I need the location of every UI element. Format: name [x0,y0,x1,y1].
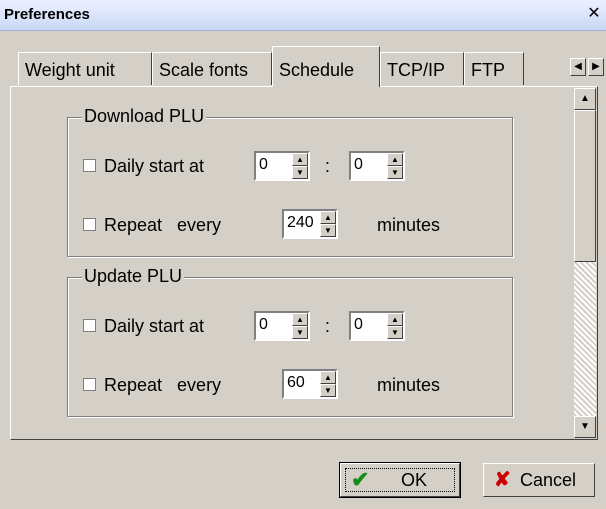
preferences-window: Preferences ✕ Weight unit Scale fonts Sc… [0,0,606,509]
tab-weight-unit[interactable]: Weight unit [18,52,152,85]
arrow-up-icon: ▲ [580,93,590,104]
tab-ftp-label: FTP [471,60,505,80]
update-minute-spin-buttons: ▲ ▼ [387,313,403,339]
close-icon[interactable]: ✕ [586,6,602,22]
tab-tcpip[interactable]: TCP/IP [380,52,464,85]
tab-scroll-right-button[interactable]: ▶ [588,58,604,76]
update-repeat-spinner[interactable]: 60 ▲ ▼ [282,369,338,399]
update-hour-value: 0 [259,316,268,333]
download-repeat-value: 240 [287,214,314,231]
download-repeat-spinner[interactable]: 240 ▲ ▼ [282,209,338,239]
update-daily-checkbox[interactable] [83,319,96,332]
scroll-thumb[interactable] [574,110,596,262]
spin-down-icon[interactable]: ▼ [292,326,308,339]
download-minute-spinner[interactable]: 0 ▲ ▼ [349,151,405,181]
download-minute-value: 0 [354,156,363,173]
scroll-up-button[interactable]: ▲ [574,88,596,110]
download-daily-checkbox[interactable] [83,159,96,172]
vertical-scrollbar[interactable]: ▲ ▼ [574,88,596,438]
update-plu-legend: Update PLU [82,266,185,287]
update-repeat-spin-buttons: ▲ ▼ [320,371,336,397]
update-repeat-label: Repeat every [104,375,222,395]
download-hour-spinner[interactable]: 0 ▲ ▼ [254,151,310,181]
update-hour-spin-buttons: ▲ ▼ [292,313,308,339]
spin-up-icon[interactable]: ▲ [387,313,403,326]
cancel-label: Cancel [520,470,577,490]
update-repeat-value: 60 [287,374,305,391]
spin-down-icon[interactable]: ▼ [387,166,403,179]
chevron-right-icon: ▶ [592,61,600,72]
download-plu-group: Download PLU Daily start at 0 ▲ ▼ : 0 ▲ … [67,106,513,257]
title-bar[interactable]: Preferences ✕ [0,0,606,31]
download-repeat-label: Repeat every [104,215,222,235]
update-daily-label: Daily start at [104,316,205,336]
download-daily-label: Daily start at [104,156,205,176]
spin-up-icon[interactable]: ▲ [320,211,336,224]
chevron-left-icon: ◀ [574,61,582,72]
tab-scale-fonts-label: Scale fonts [159,60,249,80]
spin-down-icon[interactable]: ▼ [320,224,336,237]
scroll-down-button[interactable]: ▼ [574,416,596,438]
update-plu-group: Update PLU Daily start at 0 ▲ ▼ : 0 ▲ ▼ … [67,266,513,417]
spin-up-icon[interactable]: ▲ [320,371,336,384]
spin-down-icon[interactable]: ▼ [292,166,308,179]
spin-up-icon[interactable]: ▲ [292,153,308,166]
update-minute-spinner[interactable]: 0 ▲ ▼ [349,311,405,341]
spin-up-icon[interactable]: ▲ [292,313,308,326]
update-repeat-checkbox[interactable] [83,378,96,391]
check-icon: ✔ [351,467,370,492]
arrow-down-icon: ▼ [580,421,590,432]
tab-schedule[interactable]: Schedule [272,46,380,87]
spin-down-icon[interactable]: ▼ [320,384,336,397]
download-time-colon: : [325,156,331,176]
tab-scale-fonts[interactable]: Scale fonts [152,52,272,85]
update-minute-value: 0 [354,316,363,333]
tab-weight-unit-label: Weight unit [25,60,115,80]
download-repeat-checkbox[interactable] [83,218,96,231]
tab-scroll-left-button[interactable]: ◀ [570,58,586,76]
download-hour-spin-buttons: ▲ ▼ [292,153,308,179]
ok-button[interactable]: ✔ OK [339,462,461,498]
ok-label: OK [401,470,428,490]
download-plu-legend: Download PLU [82,106,207,127]
update-hour-spinner[interactable]: 0 ▲ ▼ [254,311,310,341]
x-icon: ✘ [494,469,511,491]
download-hour-value: 0 [259,156,268,173]
download-minutes-label: minutes [377,215,441,235]
cancel-button[interactable]: ✘ Cancel [483,463,595,497]
download-minute-spin-buttons: ▲ ▼ [387,153,403,179]
update-time-colon: : [325,316,331,336]
spin-up-icon[interactable]: ▲ [387,153,403,166]
tab-ftp[interactable]: FTP [464,52,524,85]
spin-down-icon[interactable]: ▼ [387,326,403,339]
download-repeat-spin-buttons: ▲ ▼ [320,211,336,237]
update-minutes-label: minutes [377,375,441,395]
window-title: Preferences [4,6,90,23]
tab-tcpip-label: TCP/IP [387,60,446,80]
tab-schedule-label: Schedule [279,60,355,80]
